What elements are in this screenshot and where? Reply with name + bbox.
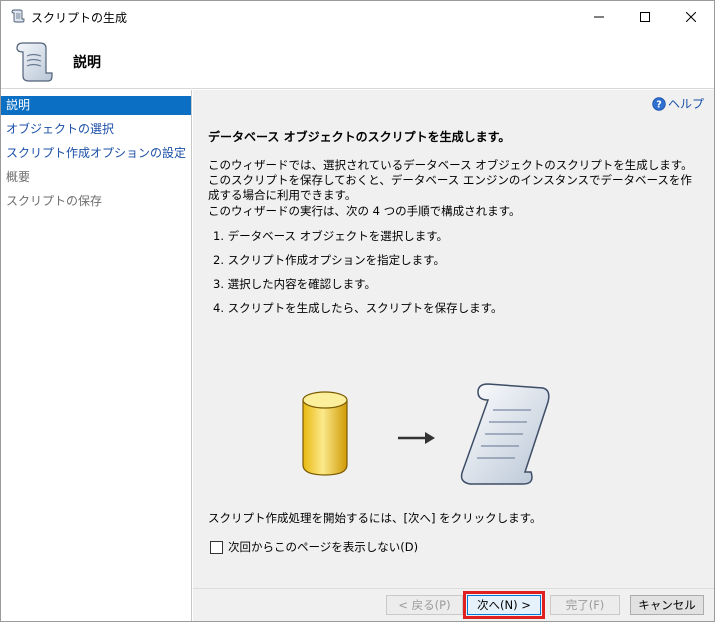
wizard-steps-sidebar: 説明 オブジェクトの選択 スクリプト作成オプションの設定 概要 スクリプトの保存 <box>1 90 192 621</box>
sidebar-item-save-script: スクリプトの保存 <box>6 194 103 208</box>
title-bar[interactable]: スクリプトの生成 <box>1 1 714 32</box>
steps-intro: このウィザードの実行は、次の 4 つの手順で構成されます。 <box>208 204 521 218</box>
skip-page-checkbox-label[interactable]: 次回からこのページを表示しない(D) <box>228 539 418 555</box>
main-heading: データベース オブジェクトのスクリプトを生成します。 <box>208 130 511 144</box>
script-scroll-icon <box>11 9 25 23</box>
sidebar-item-choose-objects[interactable]: オブジェクトの選択 <box>1 120 191 139</box>
step-item-3: 3. 選択した内容を確認します。 <box>213 277 376 291</box>
close-icon <box>686 11 696 22</box>
back-button: < 戻る(P) <box>386 595 463 615</box>
sidebar-item-description[interactable]: 説明 <box>1 96 191 115</box>
wizard-button-bar: < 戻る(P) 次へ(N) > 完了(F) キャンセル <box>193 588 714 621</box>
start-instruction: スクリプト作成処理を開始するには、[次へ] をクリックします。 <box>208 511 542 525</box>
maximize-icon <box>640 11 650 22</box>
finish-button: 完了(F) <box>550 595 620 615</box>
page-title: 説明 <box>73 55 101 71</box>
svg-text:?: ? <box>656 99 662 110</box>
step-item-4: 4. スクリプトを生成したら、スクリプトを保存します。 <box>213 301 503 315</box>
close-button[interactable] <box>668 1 714 32</box>
wizard-description: このウィザードでは、選択されているデータベース オブジェクトのスクリプトを生成し… <box>208 158 693 202</box>
next-button[interactable]: 次へ(N) > <box>467 595 541 615</box>
skip-page-checkbox-row[interactable]: 次回からこのページを表示しない(D) <box>210 539 418 555</box>
sidebar-item-summary: 概要 <box>6 170 31 184</box>
script-scroll-icon <box>16 42 53 82</box>
wizard-window: スクリプトの生成 説明 説明 オブジェクトの選択 スクリプト作成オプションの設定… <box>0 0 715 622</box>
arrow-right-icon <box>398 432 435 444</box>
sidebar-item-scripting-options[interactable]: スクリプト作成オプションの設定 <box>1 144 191 163</box>
page-header: 説明 <box>1 32 714 89</box>
step-item-2: 2. スクリプト作成オプションを指定します。 <box>213 253 445 267</box>
help-label: ヘルプ <box>667 97 704 111</box>
skip-page-checkbox[interactable] <box>210 540 223 554</box>
database-to-script-illustration <box>302 383 550 485</box>
cancel-button[interactable]: キャンセル <box>630 595 704 615</box>
maximize-button[interactable] <box>622 1 668 32</box>
help-icon: ? <box>652 96 666 111</box>
minimize-button[interactable] <box>576 1 622 32</box>
window-title: スクリプトの生成 <box>31 11 128 25</box>
database-icon <box>302 391 348 476</box>
script-scroll-icon <box>460 383 550 485</box>
main-panel: ? ヘルプ データベース オブジェクトのスクリプトを生成します。 このウィザード… <box>193 90 714 588</box>
help-link[interactable]: ? ヘルプ <box>652 95 704 112</box>
minimize-icon <box>594 16 604 17</box>
step-item-1: 1. データベース オブジェクトを選択します。 <box>213 229 449 243</box>
